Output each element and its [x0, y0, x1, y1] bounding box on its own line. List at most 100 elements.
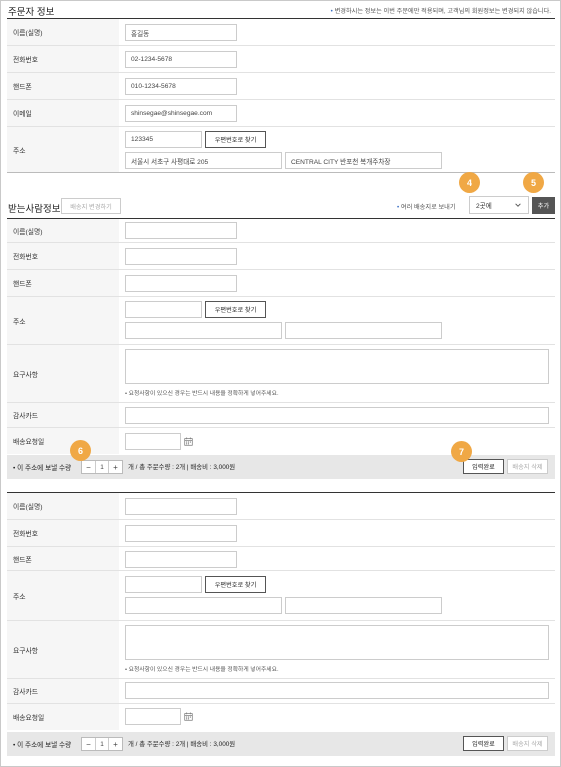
receiver1-zip-search-button[interactable]: 우편번호로 찾기 [205, 301, 266, 318]
receiver2-date-label: 배송요청일 [7, 704, 119, 730]
receiver1-quantity-bar: • 이 주소에 보낼 수량 − 1 + 개 / 총 주문수량 : 2개 | 배송… [7, 455, 555, 479]
orderer-mobile-label: 핸드폰 [7, 73, 119, 99]
receiver2-quantity-stepper[interactable]: − 1 + [81, 737, 123, 751]
change-destination-button[interactable]: 배송지 변경하기 [61, 198, 121, 214]
receiver1-delete-button[interactable]: 배송지 삭제 [507, 459, 548, 474]
annotation-badge-4: 4 [459, 172, 480, 193]
receiver2-phone-row: 전화번호 [7, 520, 555, 547]
receiver2-confirm-button[interactable]: 입력완료 [463, 736, 504, 751]
receiver1-mobile-input[interactable] [125, 275, 237, 292]
receiver1-request-row: 요구사항 • 요청사항이 있으신 경우는 반드시 내용을 정확하게 넣어주세요. [7, 345, 555, 403]
add-destination-button[interactable]: 추가 [532, 197, 555, 214]
receiver1-qty-label-text: 이 주소에 보낼 수량 [17, 465, 72, 472]
calendar-icon[interactable] [184, 712, 193, 721]
receiver2-gift-input[interactable] [125, 682, 549, 699]
orderer-name-row: 이름(실명) 홍길동 [7, 19, 555, 46]
orderer-address1-input[interactable]: 서울시 서초구 사평대로 205 [125, 152, 282, 169]
receiver2-quantity-bar: • 이 주소에 보낼 수량 − 1 + 개 / 총 주문수량 : 2개 | 배송… [7, 732, 555, 756]
receiver2-gift-label: 감사카드 [7, 679, 119, 703]
orderer-notice: • 변경하시는 정보는 이번 주문에만 적용되며, 고객님의 회원정보는 변경되… [330, 8, 551, 15]
receiver2-address-label: 주소 [7, 571, 119, 620]
receiver2-name-label: 이름(실명) [7, 493, 119, 519]
orderer-phone-label: 전화번호 [7, 46, 119, 72]
receiver2-address-row: 주소 우편번호로 찾기 [7, 571, 555, 621]
orderer-zip-input[interactable]: 123345 [125, 131, 202, 148]
receiver1-request-hint-text: 요청사항이 있으신 경우는 반드시 내용을 정확하게 넣어주세요. [128, 391, 279, 397]
receiver2-date-row: 배송요청일 [7, 704, 555, 730]
receiver1-zip-input[interactable] [125, 301, 202, 318]
orderer-address-row: 주소 123345 우편번호로 찾기 서울시 서초구 사평대로 205 CENT… [7, 127, 555, 173]
receiver2-qty-minus-button[interactable]: − [82, 738, 95, 750]
annotation-badge-7: 7 [451, 441, 472, 462]
receiver2-date-input[interactable] [125, 708, 181, 725]
receiver1-address1-input[interactable] [125, 322, 282, 339]
orderer-name-input[interactable]: 홍길동 [125, 24, 237, 41]
orderer-zip-search-button[interactable]: 우편번호로 찾기 [205, 131, 266, 148]
receiver1-confirm-button[interactable]: 입력완료 [463, 459, 504, 474]
receiver2-name-row: 이름(실명) [7, 493, 555, 520]
receiver1-mobile-label: 핸드폰 [7, 270, 119, 296]
orderer-mobile-input[interactable]: 010-1234-5678 [125, 78, 237, 95]
receiver2-qty-value[interactable]: 1 [95, 738, 109, 750]
orderer-email-row: 이메일 shinsegae@shinsegae.com [7, 100, 555, 127]
orderer-name-label: 이름(실명) [7, 19, 119, 45]
receiver1-date-label: 배송요청일 [7, 428, 119, 454]
receiver1-mobile-row: 핸드폰 [7, 270, 555, 297]
receiver2-request-row: 요구사항 • 요청사항이 있으신 경우는 반드시 내용을 정확하게 넣어주세요. [7, 621, 555, 679]
annotation-badge-6: 6 [70, 440, 91, 461]
orderer-address-label: 주소 [7, 127, 119, 172]
receiver1-qty-plus-button[interactable]: + [109, 461, 122, 473]
multi-destination-link[interactable]: • 여러 배송지로 보내기 [397, 202, 456, 211]
orderer-email-input[interactable]: shinsegae@shinsegae.com [125, 105, 237, 122]
receiver1-phone-label: 전화번호 [7, 243, 119, 269]
receiver2-request-label: 요구사항 [7, 621, 119, 678]
orderer-section-title: 주문자 정보 [8, 7, 55, 18]
receiver1-quantity-stepper[interactable]: − 1 + [81, 460, 123, 474]
receiver1-phone-row: 전화번호 [7, 243, 555, 270]
receiver1-name-input[interactable] [125, 222, 237, 239]
receiver1-request-label: 요구사항 [7, 345, 119, 402]
receiver2-phone-input[interactable] [125, 525, 237, 542]
receiver1-gift-input[interactable] [125, 407, 549, 424]
receiver2-mobile-label: 핸드폰 [7, 547, 119, 570]
receiver2-zip-search-button[interactable]: 우편번호로 찾기 [205, 576, 266, 593]
receiver1-phone-input[interactable] [125, 248, 237, 265]
receiver2-request-textarea[interactable] [125, 625, 549, 660]
orderer-phone-row: 전화번호 02-1234-5678 [7, 46, 555, 73]
receiver1-request-textarea[interactable] [125, 349, 549, 384]
receiver1-address-label: 주소 [7, 297, 119, 344]
multi-destination-text: 여러 배송지로 보내기 [400, 204, 456, 211]
receiver1-qty-minus-button[interactable]: − [82, 461, 95, 473]
receiver1-qty-summary: 개 / 총 주문수량 : 2개 | 배송비 : 3,000원 [128, 464, 236, 471]
receiver1-qty-value[interactable]: 1 [95, 461, 109, 473]
receiver1-address-row: 주소 우편번호로 찾기 [7, 297, 555, 345]
receiver2-address1-input[interactable] [125, 597, 282, 614]
receiver2-address2-input[interactable] [285, 597, 442, 614]
receiver1-name-row: 이름(실명) [7, 219, 555, 243]
receiver2-qty-plus-button[interactable]: + [109, 738, 122, 750]
receiver2-qty-label: • 이 주소에 보낼 수량 [13, 742, 72, 749]
receiver2-qty-summary: 개 / 총 주문수량 : 2개 | 배송비 : 3,000원 [128, 741, 236, 748]
destination-count-select[interactable]: 2곳에 [469, 196, 529, 214]
orderer-mobile-row: 핸드폰 010-1234-5678 [7, 73, 555, 100]
receiver1-date-input[interactable] [125, 433, 181, 450]
orderer-notice-text: 변경하시는 정보는 이번 주문에만 적용되며, 고객님의 회원정보는 변경되지 … [334, 8, 551, 15]
receiver-section-title: 받는사람정보 [8, 204, 61, 215]
receiver2-mobile-row: 핸드폰 [7, 547, 555, 571]
calendar-icon[interactable] [184, 437, 193, 446]
receiver2-name-input[interactable] [125, 498, 237, 515]
receiver2-request-hint: • 요청사항이 있으신 경우는 반드시 내용을 정확하게 넣어주세요. [125, 667, 279, 673]
destination-count-value: 2곳에 [476, 203, 492, 210]
annotation-badge-5: 5 [523, 172, 544, 193]
orderer-phone-input[interactable]: 02-1234-5678 [125, 51, 237, 68]
orderer-address2-input[interactable]: CENTRAL CITY 반포천 복개주차장 [285, 152, 442, 169]
receiver1-address2-input[interactable] [285, 322, 442, 339]
receiver2-phone-label: 전화번호 [7, 520, 119, 546]
receiver2-mobile-input[interactable] [125, 551, 237, 568]
receiver1-gift-label: 감사카드 [7, 403, 119, 427]
receiver2-qty-label-text: 이 주소에 보낼 수량 [17, 742, 72, 749]
receiver2-zip-input[interactable] [125, 576, 202, 593]
orderer-email-label: 이메일 [7, 100, 119, 126]
receiver2-delete-button[interactable]: 배송지 삭제 [507, 736, 548, 751]
receiver2-gift-row: 감사카드 [7, 679, 555, 704]
